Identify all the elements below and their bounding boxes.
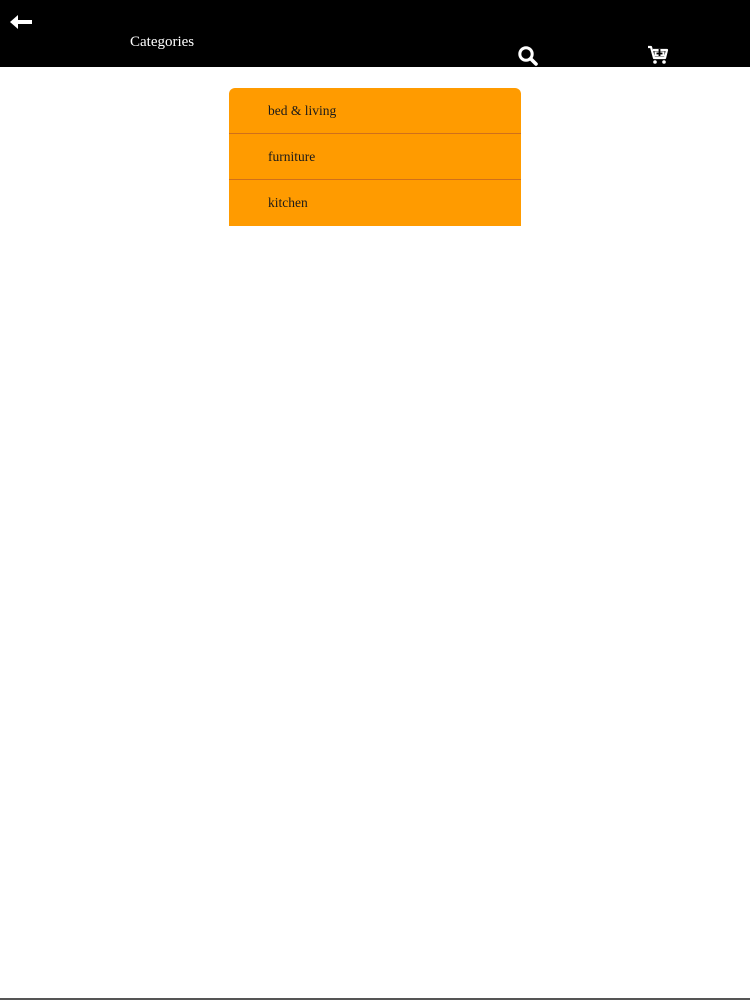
category-item-kitchen[interactable]: kitchen	[229, 180, 521, 226]
category-item-furniture[interactable]: furniture	[229, 134, 521, 180]
category-label: bed & living	[268, 102, 337, 118]
category-label: furniture	[268, 148, 316, 164]
category-item-bed-living[interactable]: bed & living	[229, 88, 521, 134]
arrow-left-icon	[10, 15, 32, 29]
cart-plus-icon	[648, 45, 669, 64]
cart-button[interactable]	[646, 44, 670, 66]
category-list: bed & living furniture kitchen	[229, 88, 521, 226]
top-bar: Categories	[0, 0, 750, 67]
page-title: Categories	[130, 34, 195, 50]
search-button[interactable]	[516, 44, 540, 68]
category-label: kitchen	[268, 195, 308, 210]
back-button[interactable]	[6, 10, 36, 34]
search-icon	[518, 46, 538, 66]
